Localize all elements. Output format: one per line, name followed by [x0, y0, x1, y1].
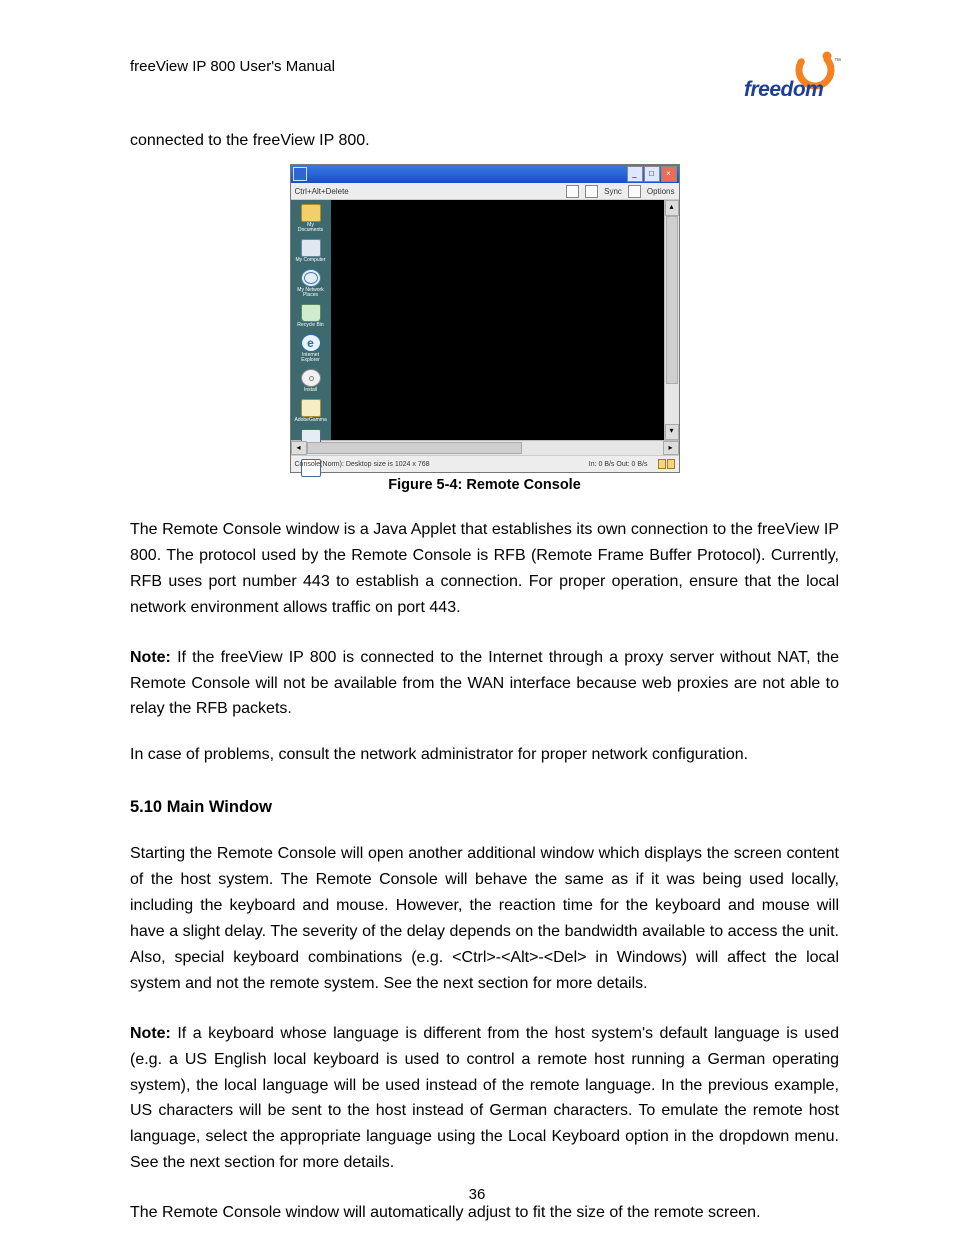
note-paragraph: Note: If a keyboard whose language is di… — [130, 1021, 839, 1176]
figure-container: _ □ × Ctrl+Alt+Delete Sync Options — [130, 164, 839, 493]
document-page: freeView IP 800 User's Manual ™ freedom … — [0, 0, 954, 1235]
vertical-scrollbar[interactable]: ▴ ▾ — [664, 200, 679, 440]
computer-icon — [301, 239, 321, 257]
minimize-button[interactable]: _ — [627, 166, 643, 182]
paragraph: The Remote Console window is a Java Appl… — [130, 517, 839, 621]
page-number: 36 — [0, 1186, 954, 1203]
close-button[interactable]: × — [661, 166, 677, 182]
app-icon — [293, 167, 307, 181]
status-right-text: In: 0 B/s Out: 0 B/s — [589, 461, 648, 468]
toolbar-sync-button[interactable]: Sync — [604, 187, 622, 196]
section-heading: 5.10 Main Window — [130, 798, 839, 817]
desktop-icon-recycle-bin[interactable]: Recycle Bin — [295, 304, 327, 328]
note-label: Note: — [130, 1025, 171, 1042]
window-titlebar: _ □ × — [291, 165, 679, 183]
tools-icon — [301, 399, 321, 417]
ctrl-alt-del-button[interactable]: Ctrl+Alt+Delete — [295, 187, 349, 196]
status-leds — [658, 459, 675, 469]
desktop-icon-my-documents[interactable]: My Documents — [295, 204, 327, 233]
logo-wordmark: freedom — [744, 78, 823, 102]
remote-framebuffer[interactable] — [331, 200, 664, 440]
led-icon — [658, 459, 666, 469]
desktop-icon-adobe[interactable]: AdobeGamma — [295, 399, 327, 423]
scroll-up-button[interactable]: ▴ — [665, 200, 679, 216]
desktop-icon-network[interactable]: My Network Places — [295, 269, 327, 298]
browser-icon — [301, 334, 321, 352]
window-buttons: _ □ × — [627, 166, 677, 182]
scroll-track[interactable] — [307, 441, 663, 455]
network-icon — [301, 269, 321, 287]
recycle-bin-icon — [301, 304, 321, 322]
scroll-track[interactable] — [665, 216, 679, 424]
horizontal-scrollbar[interactable]: ◂ ▸ — [291, 440, 679, 455]
status-left-text: Console(Norm): Desktop size is 1024 x 76… — [295, 461, 430, 468]
toolbar-options-button[interactable]: Options — [647, 187, 675, 196]
led-icon — [667, 459, 675, 469]
toolbar-icon-1[interactable] — [566, 185, 579, 198]
note-paragraph: Note: If the freeView IP 800 is connecte… — [130, 645, 839, 723]
note-body: If the freeView IP 800 is connected to t… — [130, 649, 839, 718]
scroll-thumb[interactable] — [666, 216, 678, 384]
remote-console-window: _ □ × Ctrl+Alt+Delete Sync Options — [290, 164, 680, 473]
maximize-button[interactable]: □ — [644, 166, 660, 182]
console-statusbar: Console(Norm): Desktop size is 1024 x 76… — [291, 455, 679, 472]
desktop-icon-my-computer[interactable]: My Computer — [295, 239, 327, 263]
disc-icon — [301, 369, 321, 387]
paragraph: In case of problems, consult the network… — [130, 742, 839, 768]
folder-icon — [301, 204, 321, 222]
toolbar-icon-2[interactable] — [585, 185, 598, 198]
note-body: If a keyboard whose language is differen… — [130, 1025, 839, 1172]
intro-text: connected to the freeView IP 800. — [130, 132, 839, 150]
scroll-left-button[interactable]: ◂ — [291, 441, 307, 455]
paragraph: The Remote Console window will automatic… — [130, 1200, 839, 1226]
brand-logo: ™ freedom — [744, 54, 839, 114]
console-body: My Documents My Computer My Network Plac… — [291, 200, 679, 440]
desktop-icon-ie[interactable]: Internet Explorer — [295, 334, 327, 363]
page-header: freeView IP 800 User's Manual ™ freedom — [130, 54, 839, 114]
scroll-right-button[interactable]: ▸ — [663, 441, 679, 455]
console-toolbar: Ctrl+Alt+Delete Sync Options — [291, 183, 679, 200]
desktop-icon-install[interactable]: Install — [295, 369, 327, 393]
note-label: Note: — [130, 649, 171, 666]
trademark-symbol: ™ — [834, 58, 841, 65]
figure-caption: Figure 5-4: Remote Console — [130, 477, 839, 493]
remote-desktop-sidebar: My Documents My Computer My Network Plac… — [291, 200, 331, 440]
scroll-thumb[interactable] — [307, 442, 523, 454]
paragraph: Starting the Remote Console will open an… — [130, 841, 839, 996]
toolbar-icon-3[interactable] — [628, 185, 641, 198]
document-title: freeView IP 800 User's Manual — [130, 54, 335, 75]
scroll-down-button[interactable]: ▾ — [665, 424, 679, 440]
